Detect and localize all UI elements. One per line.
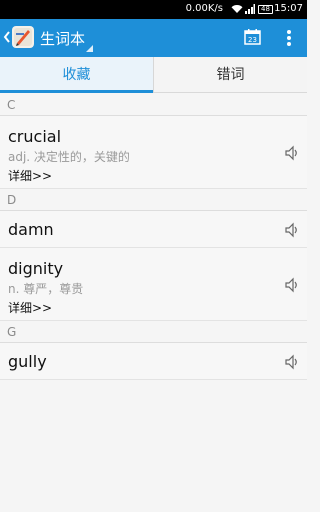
- list-item[interactable]: gully: [0, 343, 307, 380]
- section-header: C: [0, 94, 307, 116]
- word-text: gully: [8, 352, 47, 371]
- dropdown-indicator-icon[interactable]: [86, 45, 93, 52]
- detail-link[interactable]: 详细>>: [8, 167, 307, 184]
- tab-mistakes[interactable]: 错词: [154, 57, 307, 93]
- speaker-icon[interactable]: [284, 277, 300, 293]
- word-list: C crucial adj. 决定性的，关键的 详细>> D damn dign…: [0, 94, 307, 380]
- clock: 15:07: [274, 3, 303, 14]
- list-item[interactable]: dignity n. 尊严，尊贵 详细>>: [0, 248, 307, 321]
- list-item[interactable]: crucial adj. 决定性的，关键的 详细>>: [0, 116, 307, 189]
- word-text: crucial: [8, 127, 62, 146]
- app-logo-icon[interactable]: [11, 25, 35, 49]
- word-definition: adj. 决定性的，关键的: [8, 150, 130, 164]
- action-bar: 生词本 23: [0, 19, 307, 57]
- wifi-icon: [231, 5, 243, 13]
- speaker-icon[interactable]: [284, 222, 300, 238]
- tab-bar: 收藏 错词: [0, 57, 307, 93]
- tab-favorites[interactable]: 收藏: [0, 57, 153, 93]
- detail-link[interactable]: 详细>>: [8, 299, 307, 316]
- overflow-menu-icon[interactable]: [281, 28, 297, 48]
- calendar-day: 23: [248, 36, 257, 44]
- speaker-icon[interactable]: [284, 354, 300, 370]
- status-bar: 0.00K/s 48 15:07: [0, 0, 307, 19]
- signal-icon: [245, 4, 255, 14]
- network-rate: 0.00K/s: [185, 3, 223, 14]
- battery-icon: 48: [258, 5, 273, 14]
- word-text: dignity: [8, 259, 64, 278]
- list-item[interactable]: damn: [0, 211, 307, 248]
- word-text: damn: [8, 220, 54, 239]
- calendar-icon[interactable]: 23: [244, 29, 261, 45]
- section-header: G: [0, 321, 307, 343]
- page-title[interactable]: 生词本: [40, 28, 85, 49]
- speaker-icon[interactable]: [284, 145, 300, 161]
- word-definition: n. 尊严，尊贵: [8, 282, 84, 296]
- section-header: D: [0, 189, 307, 211]
